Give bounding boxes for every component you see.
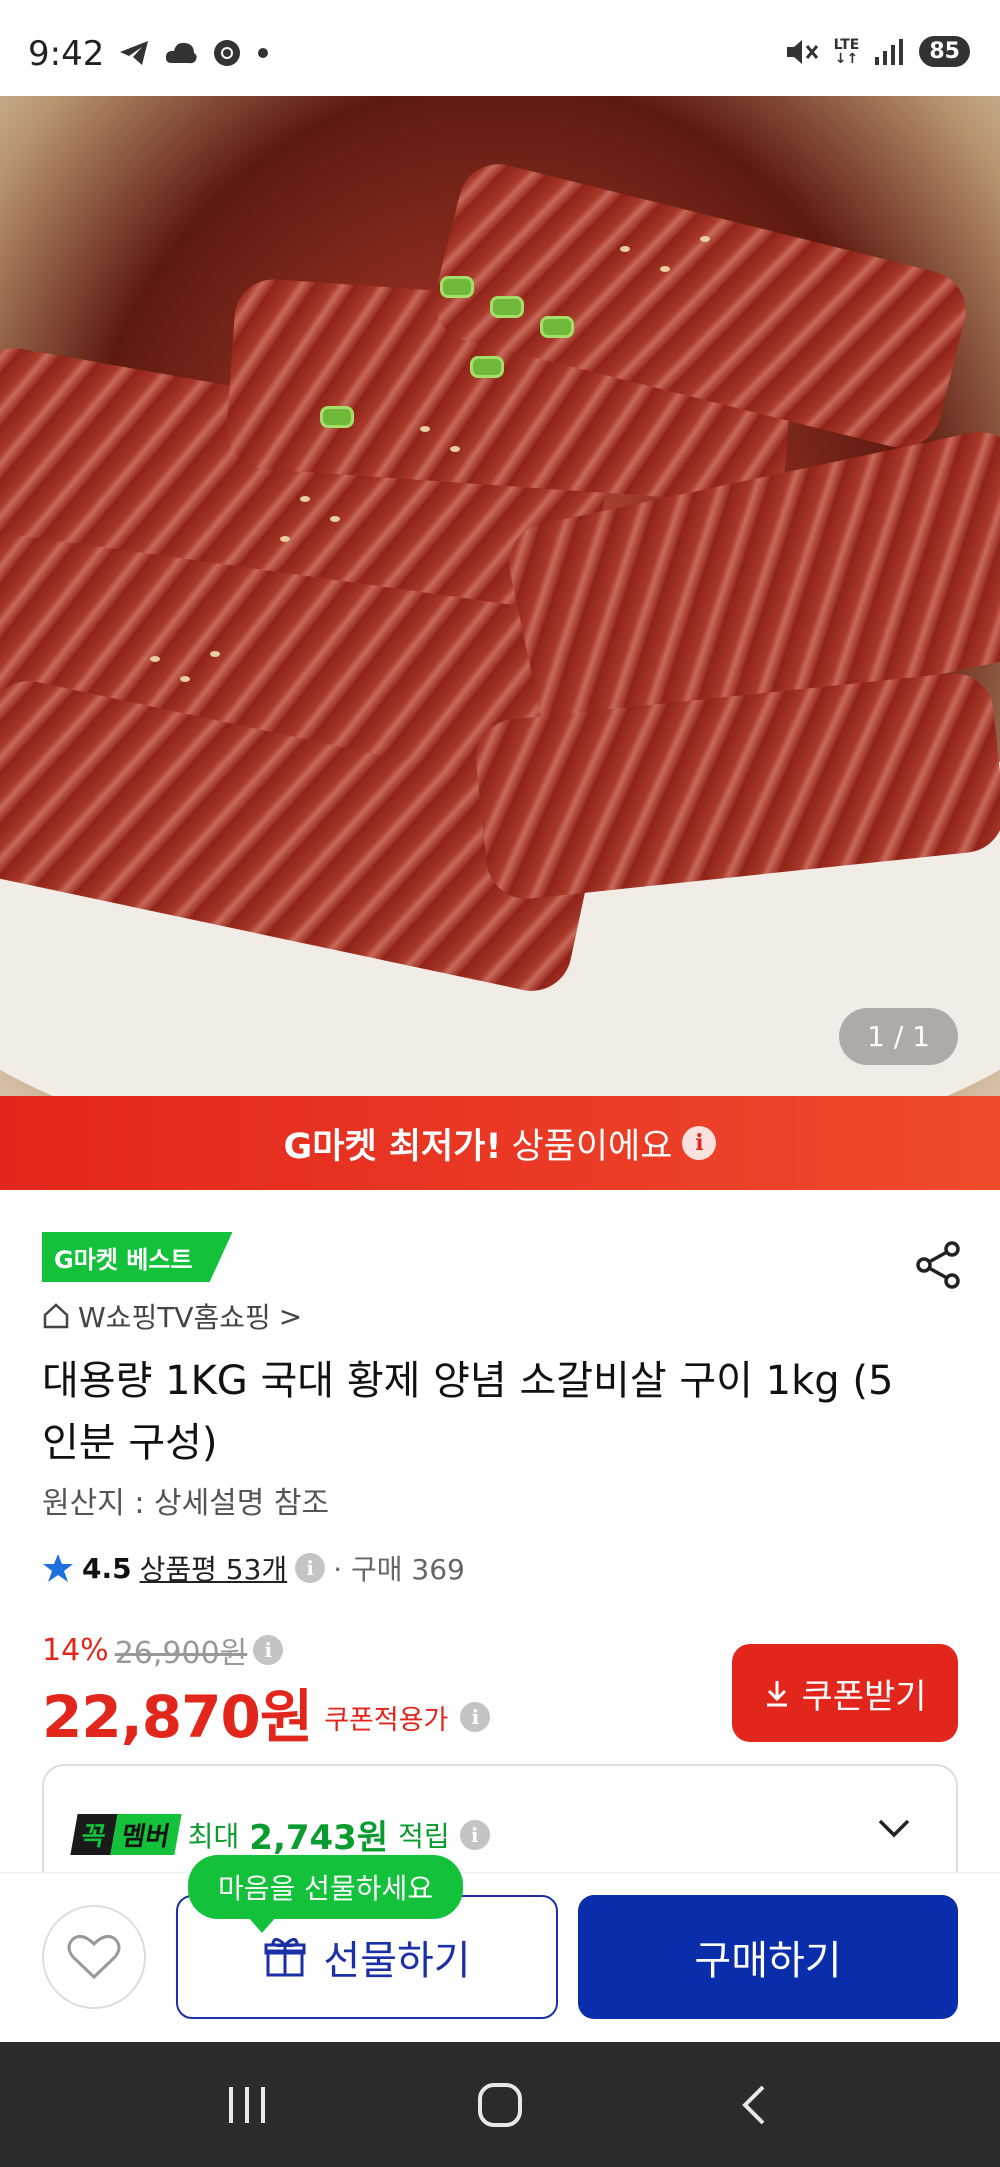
membership-suffix: 적립 bbox=[398, 1819, 450, 1853]
reviews-link[interactable]: 상품평 53개 bbox=[140, 1548, 288, 1588]
lowest-price-banner[interactable]: G마켓 최저가! 상품이에요 i bbox=[0, 1096, 1000, 1190]
scallion bbox=[470, 356, 504, 378]
membership-max-label: 최대 bbox=[187, 1819, 240, 1853]
bottom-action-bar: 마음을 선물하세요 선물하기 구매하기 bbox=[0, 1855, 1000, 2042]
sesame bbox=[180, 676, 190, 682]
sale-price: 22,870원 bbox=[42, 1683, 313, 1751]
system-nav-bar bbox=[0, 2042, 1000, 2167]
gift-button-label: 선물하기 bbox=[323, 1938, 471, 1984]
signal-icon bbox=[875, 38, 904, 65]
home-circle-icon bbox=[477, 2082, 522, 2127]
back-button[interactable] bbox=[723, 2075, 783, 2135]
gift-icon bbox=[264, 1938, 306, 1977]
price-row: 22,870원 쿠폰적용가 i bbox=[42, 1670, 491, 1754]
membership-row: 꼭 멤버 최대 2,743원 적립 i bbox=[70, 1810, 490, 1859]
sesame bbox=[660, 266, 670, 272]
info-icon[interactable]: i bbox=[253, 1635, 284, 1665]
status-bar: 9:42 LTE ↓↑ 85 bbox=[0, 0, 1000, 96]
membership-amount: 2,743원 bbox=[249, 1818, 389, 1858]
product-title: 대용량 1KG 국대 황제 양념 소갈비살 구이 1kg (5인분 구성) bbox=[42, 1358, 894, 1466]
coupon-button-label: 쿠폰받기 bbox=[801, 1676, 927, 1717]
sesame bbox=[280, 536, 290, 542]
buy-button-label: 구매하기 bbox=[694, 1938, 842, 1984]
scallion bbox=[320, 406, 354, 428]
sesame bbox=[150, 656, 160, 662]
wishlist-button[interactable] bbox=[42, 1905, 146, 2009]
star-icon bbox=[43, 1554, 73, 1582]
status-left-icons bbox=[118, 38, 270, 68]
coupon-price-label: 쿠폰적용가 bbox=[324, 1704, 449, 1736]
scallion bbox=[490, 296, 524, 318]
scallion bbox=[440, 276, 474, 298]
telegram-icon bbox=[120, 41, 148, 65]
discount-row: 14% 26,900원 i bbox=[42, 1628, 284, 1672]
banner-text: 상품이에요 bbox=[511, 1126, 673, 1167]
product-image[interactable]: 1 / 1 bbox=[0, 96, 1000, 1096]
status-right-icons: LTE ↓↑ 85 bbox=[784, 36, 970, 67]
heart-icon bbox=[67, 1934, 121, 1980]
network-label: LTE bbox=[833, 36, 860, 53]
best-badge: G마켓 베스트 bbox=[42, 1232, 233, 1282]
sesame bbox=[330, 516, 340, 522]
home-button[interactable] bbox=[470, 2075, 530, 2135]
status-time: 9:42 bbox=[28, 34, 105, 74]
info-icon[interactable]: i bbox=[460, 1702, 491, 1732]
sesame bbox=[450, 446, 460, 452]
member-logo: 꼭 멤버 bbox=[70, 1814, 182, 1855]
get-coupon-button[interactable]: 쿠폰받기 bbox=[732, 1644, 958, 1742]
back-icon bbox=[742, 2085, 765, 2124]
sesame bbox=[620, 246, 630, 252]
sesame bbox=[700, 236, 710, 242]
discount-percent: 14% bbox=[42, 1632, 109, 1668]
mute-icon bbox=[786, 39, 818, 64]
battery-icon: 85 bbox=[919, 36, 970, 67]
sesame bbox=[300, 496, 310, 502]
gift-tooltip: 마음을 선물하세요 bbox=[188, 1855, 463, 1933]
chevron-right-icon: > bbox=[278, 1299, 303, 1333]
sesame bbox=[210, 651, 220, 657]
original-price: 26,900원 bbox=[114, 1636, 248, 1671]
rating-score: 4.5 bbox=[82, 1551, 132, 1585]
sesame bbox=[420, 426, 430, 432]
seller-link[interactable]: W쇼핑TV홈쇼핑 > bbox=[42, 1296, 302, 1336]
cloud-icon bbox=[165, 42, 197, 64]
info-icon[interactable]: i bbox=[295, 1553, 326, 1583]
lte-icon: LTE ↓↑ bbox=[833, 36, 860, 67]
purchase-count: · 구매 369 bbox=[333, 1553, 465, 1586]
banner-strong-text: G마켓 최저가! bbox=[283, 1126, 502, 1167]
chrome-icon bbox=[214, 40, 240, 66]
dot-icon bbox=[258, 48, 268, 58]
home-icon bbox=[43, 1303, 69, 1329]
share-icon[interactable] bbox=[914, 1240, 962, 1290]
scallion bbox=[540, 316, 574, 338]
product-origin: 원산지 : 상세설명 참조 bbox=[42, 1486, 330, 1521]
recent-apps-icon bbox=[228, 2086, 265, 2123]
seller-name: W쇼핑TV홈쇼핑 bbox=[78, 1301, 271, 1334]
member-logo-m: 멤버 bbox=[110, 1814, 182, 1855]
image-counter: 1 / 1 bbox=[839, 1008, 958, 1065]
chevron-down-icon[interactable] bbox=[876, 1810, 912, 1846]
info-icon[interactable]: i bbox=[459, 1819, 490, 1850]
info-icon[interactable]: i bbox=[682, 1126, 717, 1160]
rating-row: 4.5 상품평 53개 i · 구매 369 bbox=[42, 1548, 465, 1588]
buy-button[interactable]: 구매하기 bbox=[578, 1895, 958, 2019]
recent-apps-button[interactable] bbox=[217, 2075, 277, 2135]
download-icon bbox=[767, 1681, 788, 1707]
